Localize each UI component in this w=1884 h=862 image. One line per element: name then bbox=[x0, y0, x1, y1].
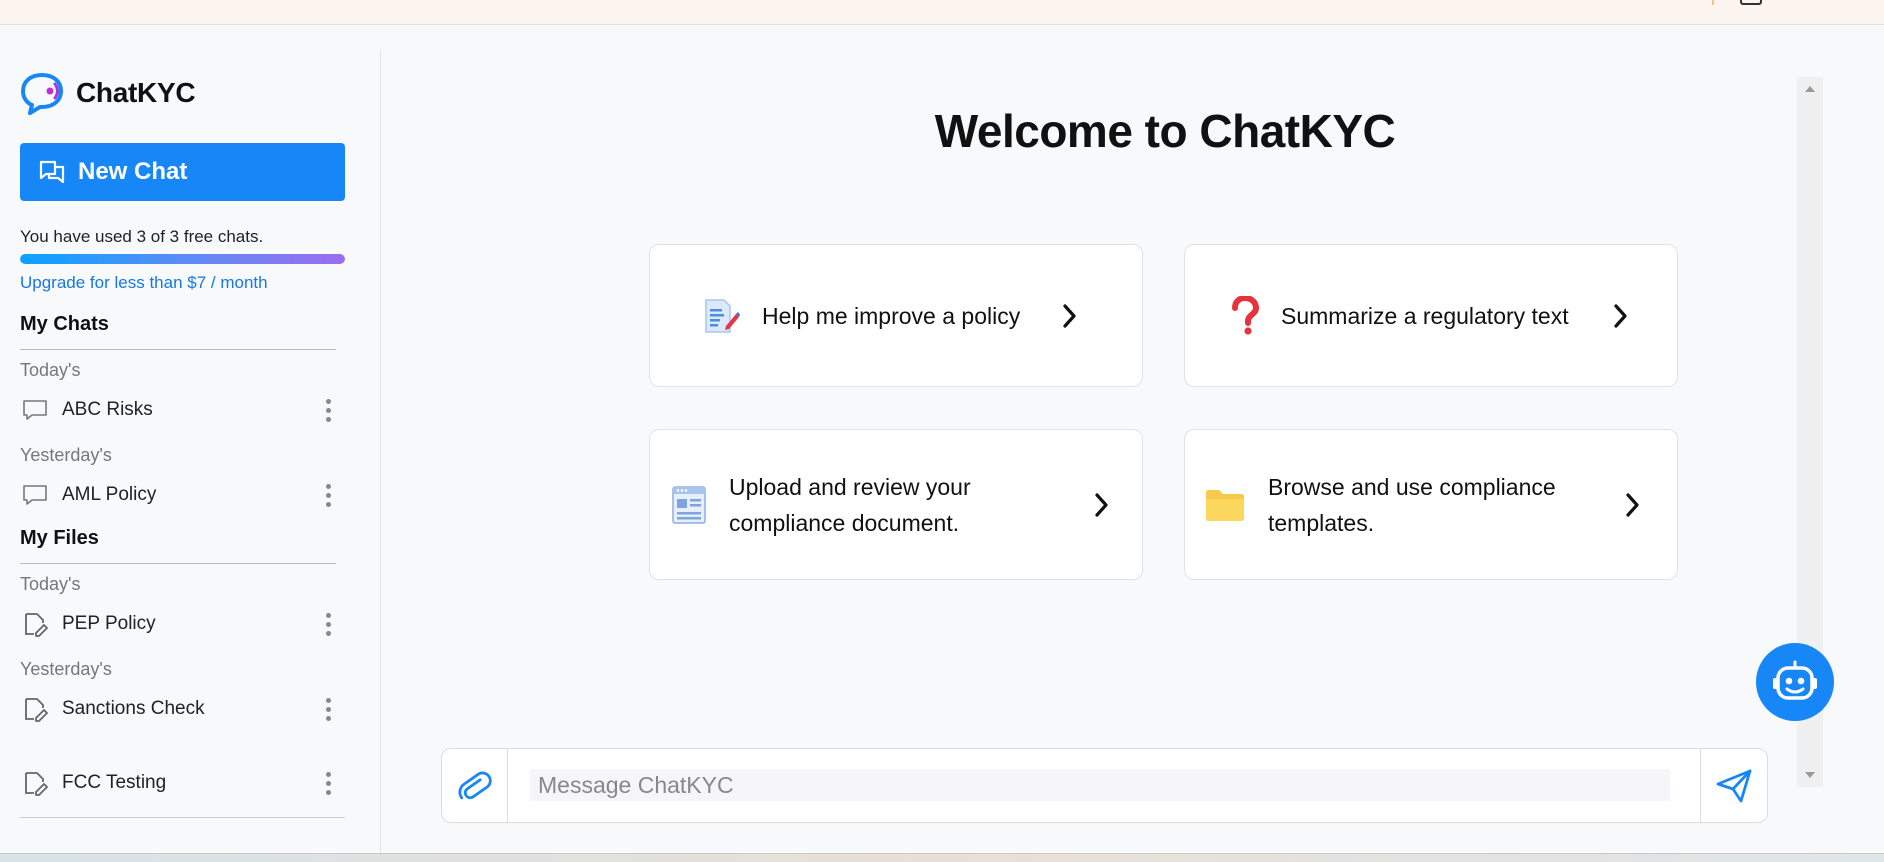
more-options-icon[interactable] bbox=[318, 693, 338, 725]
file-item-label: Sanctions Check bbox=[62, 698, 205, 719]
top-bar-divider bbox=[1712, 0, 1714, 5]
file-edit-icon bbox=[20, 694, 50, 724]
file-edit-icon bbox=[20, 768, 50, 798]
chevron-right-icon bbox=[1095, 493, 1108, 517]
chevron-right-icon bbox=[1614, 304, 1627, 328]
upgrade-link[interactable]: Upgrade for less than $7 / month bbox=[20, 273, 268, 293]
suggestion-card-improve-policy[interactable]: Help me improve a policy bbox=[649, 244, 1143, 387]
card-line-1: Summarize a regulatory text bbox=[1281, 302, 1569, 329]
chat-item-label: ABC Risks bbox=[62, 399, 153, 420]
files-today-label: Today's bbox=[20, 574, 81, 594]
divider bbox=[20, 349, 336, 350]
app-logo[interactable]: ChatKYC bbox=[20, 71, 196, 115]
file-item-label: FCC Testing bbox=[62, 772, 167, 793]
welcome-title: Welcome to ChatKYC bbox=[934, 105, 1396, 157]
paperclip-icon bbox=[457, 771, 492, 799]
scroll-down-arrow-icon[interactable] bbox=[1805, 772, 1815, 778]
file-item-pep-policy[interactable]: PEP Policy bbox=[20, 606, 350, 642]
more-options-icon[interactable] bbox=[318, 608, 338, 640]
new-chat-icon bbox=[39, 160, 65, 184]
usage-progress-fill bbox=[20, 254, 345, 264]
files-yesterday-label: Yesterday's bbox=[20, 659, 112, 679]
chatbot-assistant-button[interactable] bbox=[1756, 643, 1834, 721]
card-text: Upload and review your compliance docume… bbox=[729, 469, 971, 541]
top-bar-icon[interactable] bbox=[1740, 0, 1762, 5]
send-button[interactable] bbox=[1700, 749, 1767, 822]
more-options-icon[interactable] bbox=[318, 394, 338, 426]
card-line-1: Upload and review your bbox=[729, 473, 971, 500]
message-composer bbox=[441, 748, 1768, 823]
send-icon bbox=[1716, 769, 1752, 802]
usage-progress-bar bbox=[20, 254, 345, 264]
file-edit-icon bbox=[20, 609, 50, 639]
chat-item-label: AML Policy bbox=[62, 484, 157, 505]
divider bbox=[20, 817, 345, 818]
document-edit-icon bbox=[700, 296, 740, 336]
document-form-icon bbox=[672, 485, 706, 524]
chat-item-aml-policy[interactable]: AML Policy bbox=[20, 477, 350, 513]
chats-today-label: Today's bbox=[20, 360, 81, 380]
chevron-right-icon bbox=[1626, 493, 1639, 517]
suggestion-card-summarize-regulatory[interactable]: Summarize a regulatory text bbox=[1184, 244, 1678, 387]
message-input[interactable] bbox=[530, 769, 1670, 801]
robot-icon bbox=[1773, 660, 1817, 700]
chat-item-abc-risks[interactable]: ABC Risks bbox=[20, 392, 350, 428]
card-line-1: Help me improve a policy bbox=[762, 302, 1021, 329]
chats-yesterday-label: Yesterday's bbox=[20, 445, 112, 465]
chat-bubble-logo-icon bbox=[21, 73, 63, 115]
chevron-right-icon bbox=[1063, 304, 1076, 328]
folder-icon bbox=[1205, 488, 1245, 522]
card-line-2: compliance document. bbox=[729, 509, 960, 536]
browser-top-bar bbox=[0, 0, 1884, 25]
suggestion-card-browse-templates[interactable]: Browse and use compliance templates. bbox=[1184, 429, 1678, 580]
card-line-2: templates. bbox=[1268, 509, 1375, 536]
sidebar: ChatKYC New Chat You have used 3 of 3 fr… bbox=[0, 49, 381, 853]
my-chats-title: My Chats bbox=[20, 313, 109, 335]
app-name: ChatKYC bbox=[76, 77, 196, 108]
card-text: Summarize a regulatory text bbox=[1281, 298, 1569, 334]
new-chat-label: New Chat bbox=[78, 158, 188, 185]
file-item-sanctions-check[interactable]: Sanctions Check bbox=[20, 691, 350, 727]
card-line-1: Browse and use compliance bbox=[1268, 473, 1556, 500]
file-item-label: PEP Policy bbox=[62, 613, 156, 634]
divider bbox=[20, 563, 336, 564]
more-options-icon[interactable] bbox=[318, 767, 338, 799]
usage-text: You have used 3 of 3 free chats. bbox=[20, 227, 264, 246]
card-text: Help me improve a policy bbox=[762, 298, 1020, 334]
chat-bubble-icon bbox=[20, 480, 50, 510]
chat-bubble-icon bbox=[20, 395, 50, 425]
suggestion-card-upload-review[interactable]: Upload and review your compliance docume… bbox=[649, 429, 1143, 580]
bottom-strip bbox=[0, 853, 1884, 862]
attach-button[interactable] bbox=[442, 749, 508, 822]
file-item-fcc-testing[interactable]: FCC Testing bbox=[20, 765, 350, 801]
new-chat-button[interactable]: New Chat bbox=[20, 143, 345, 201]
scroll-up-arrow-icon[interactable] bbox=[1805, 86, 1815, 92]
my-files-title: My Files bbox=[20, 527, 99, 549]
more-options-icon[interactable] bbox=[318, 479, 338, 511]
question-mark-icon bbox=[1225, 295, 1265, 336]
card-text: Browse and use compliance templates. bbox=[1268, 469, 1556, 541]
